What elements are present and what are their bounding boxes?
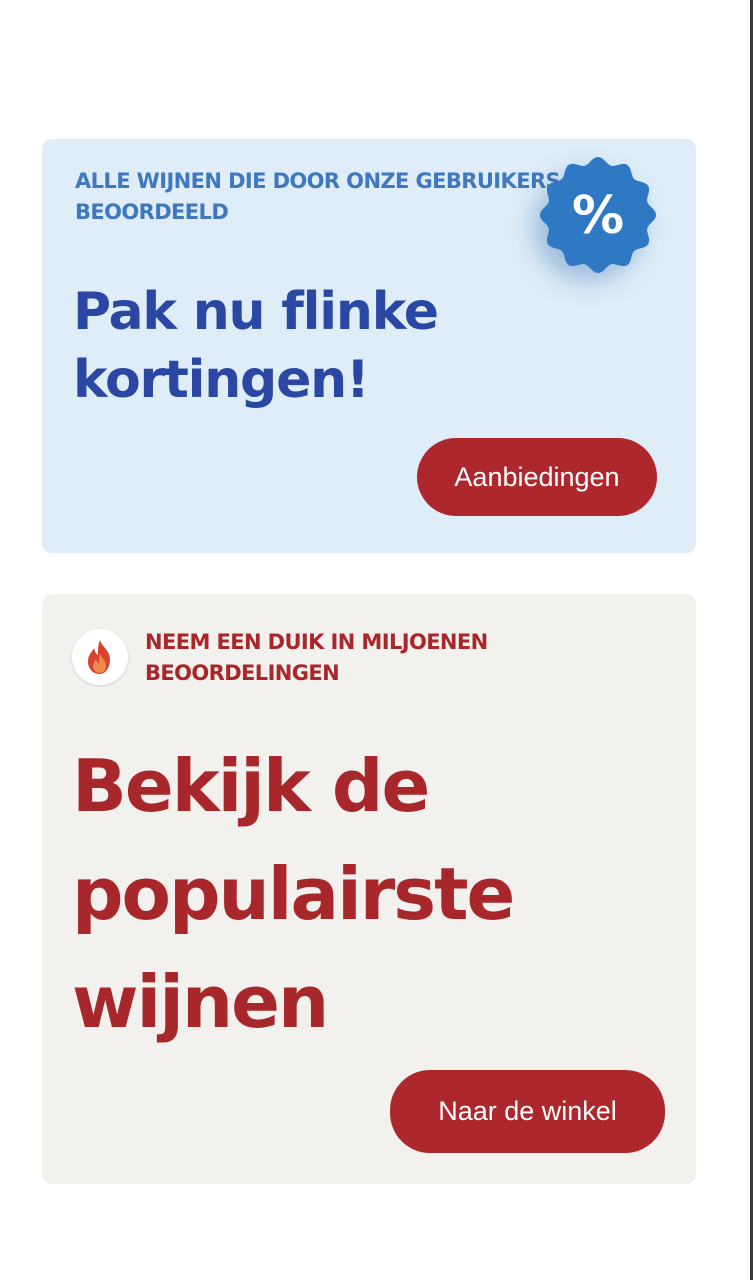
popular-card[interactable]: NEEM EEN DUIK IN MILJOENEN BEOORDELINGEN… — [42, 594, 696, 1184]
popular-eyebrow: NEEM EEN DUIK IN MILJOENEN BEOORDELINGEN — [145, 630, 488, 685]
deals-button[interactable]: Aanbiedingen — [417, 438, 657, 516]
discount-badge-icon: % — [536, 153, 660, 277]
popular-headline: Bekijk de populairste wijnen — [72, 744, 515, 1044]
flame-icon — [72, 629, 128, 685]
deals-card[interactable]: ALLE WIJNEN DIE DOOR ONZE GEBRUIKERS ZIJ… — [42, 139, 696, 553]
shop-button[interactable]: Naar de winkel — [390, 1070, 665, 1153]
deals-headline: Pak nu flinke kortingen! — [73, 282, 439, 410]
badge-symbol: % — [572, 186, 624, 246]
